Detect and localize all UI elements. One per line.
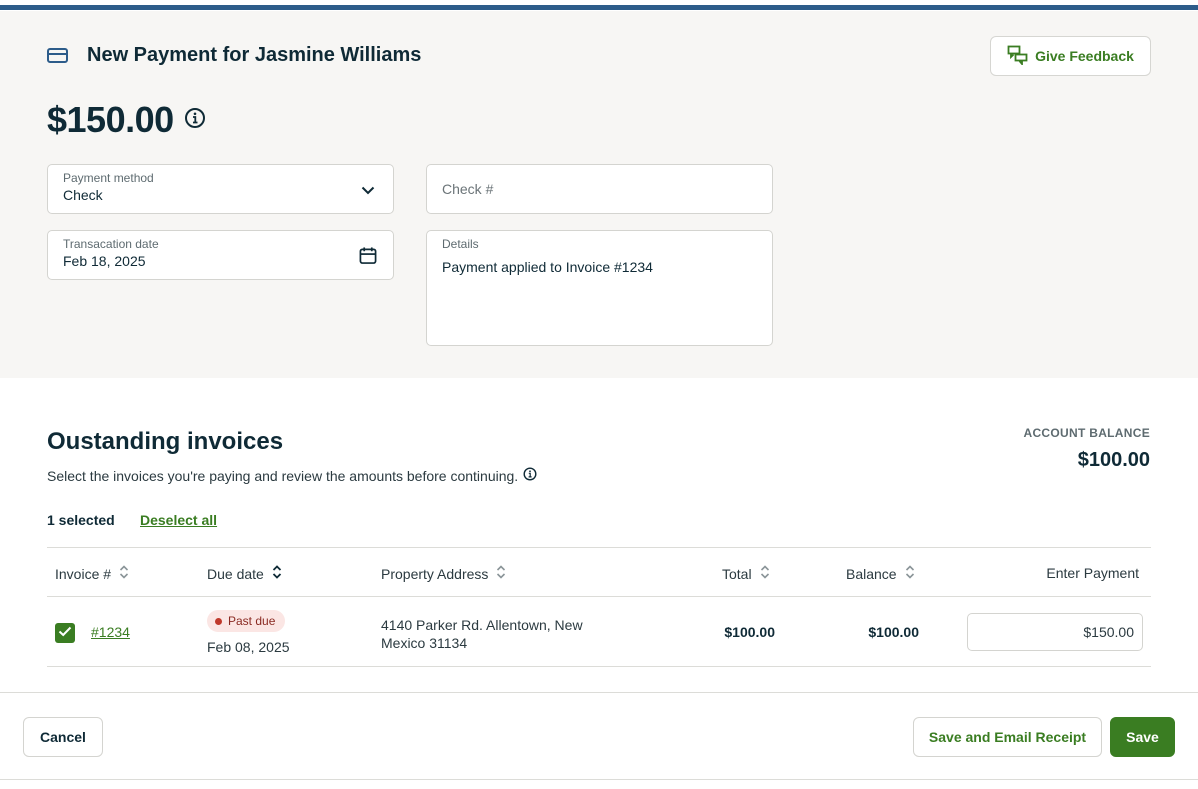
- column-due-date[interactable]: Due date: [207, 565, 282, 582]
- column-due-date-label: Due date: [207, 565, 264, 582]
- status-dot: [215, 617, 222, 625]
- payment-input[interactable]: [967, 613, 1143, 651]
- invoice-link[interactable]: #1234: [91, 624, 130, 640]
- details-value: Payment applied to Invoice #1234: [442, 259, 653, 275]
- status-badge: Past due: [207, 610, 286, 632]
- give-feedback-button[interactable]: Give Feedback: [990, 36, 1151, 76]
- property-address: 4140 Parker Rd. Allentown, New Mexico 31…: [381, 617, 583, 651]
- credit-card-icon: [47, 45, 69, 67]
- transaction-date-label: Transacation date: [63, 237, 159, 251]
- transaction-date-field[interactable]: Transacation date Feb 18, 2025: [47, 230, 394, 280]
- column-invoice[interactable]: Invoice #: [55, 565, 129, 582]
- row-checkbox[interactable]: [55, 623, 75, 643]
- payment-header: New Payment for Jasmine Williams Give Fe…: [0, 11, 1198, 378]
- sort-icon: [272, 565, 282, 582]
- details-label: Details: [442, 237, 479, 251]
- checkmark-icon: [58, 624, 72, 642]
- section-subtitle-text: Select the invoices you're paying and re…: [47, 467, 519, 484]
- check-number-placeholder: Check #: [442, 181, 494, 197]
- column-balance-label: Balance: [846, 565, 897, 582]
- title-row: New Payment for Jasmine Williams: [47, 44, 421, 67]
- calendar-icon[interactable]: [359, 246, 377, 264]
- info-icon[interactable]: [184, 107, 206, 134]
- status-badge-label: Past due: [228, 614, 276, 628]
- feedback-chat-icon: [1007, 45, 1029, 68]
- column-address[interactable]: Property Address: [381, 565, 506, 582]
- balance-value: $100.00: [868, 624, 919, 640]
- column-total[interactable]: Total: [722, 565, 770, 582]
- footer-bar: Cancel Save and Email Receipt Save: [0, 692, 1198, 780]
- page-title: New Payment for Jasmine Williams: [87, 44, 422, 66]
- payment-method-select[interactable]: Payment method Check: [47, 164, 394, 214]
- payment-method-label: Payment method: [63, 171, 154, 185]
- column-total-label: Total: [722, 565, 752, 582]
- check-number-field[interactable]: Check #: [426, 164, 773, 214]
- save-and-email-button[interactable]: Save and Email Receipt: [913, 717, 1102, 757]
- selected-count: 1 selected: [47, 512, 115, 528]
- sort-icon: [905, 565, 915, 582]
- section-subtitle: Select the invoices you're paying and re…: [47, 467, 537, 484]
- sort-icon: [119, 565, 129, 582]
- account-balance-value: $100.00: [1077, 449, 1150, 471]
- top-accent-line: [0, 5, 1198, 10]
- table-row: #1234 Past due Feb 08, 2025 4140 Parker …: [47, 597, 1151, 667]
- amount-row: $150.00: [47, 99, 206, 141]
- table-header: Invoice # Due date Property Address Tota…: [47, 547, 1151, 597]
- account-balance-label: ACCOUNT BALANCE: [1023, 426, 1150, 440]
- cancel-button[interactable]: Cancel: [23, 717, 103, 757]
- column-payment-label: Enter Payment: [1046, 565, 1139, 581]
- deselect-all-link[interactable]: Deselect all: [140, 512, 217, 528]
- invoices-table: Invoice # Due date Property Address Tota…: [47, 547, 1151, 667]
- sort-icon: [496, 565, 506, 582]
- top-accent-bar: [0, 0, 1198, 11]
- give-feedback-label: Give Feedback: [1035, 48, 1134, 64]
- info-icon[interactable]: [523, 467, 537, 484]
- total-value: $100.00: [724, 624, 775, 640]
- section-title: Oustanding invoices: [47, 428, 284, 455]
- column-payment: Enter Payment: [1046, 565, 1139, 581]
- save-button[interactable]: Save: [1110, 717, 1175, 757]
- details-textarea[interactable]: Details Payment applied to Invoice #1234: [426, 230, 773, 346]
- chevron-down-icon: [359, 181, 377, 199]
- transaction-date-value: Feb 18, 2025: [63, 253, 146, 269]
- column-invoice-label: Invoice #: [55, 565, 112, 582]
- payment-amount: $150.00: [47, 99, 174, 140]
- column-balance[interactable]: Balance: [846, 565, 915, 582]
- sort-icon: [760, 565, 770, 582]
- payment-method-value: Check: [63, 187, 103, 203]
- due-date-value: Feb 08, 2025: [207, 639, 290, 655]
- column-address-label: Property Address: [381, 565, 489, 582]
